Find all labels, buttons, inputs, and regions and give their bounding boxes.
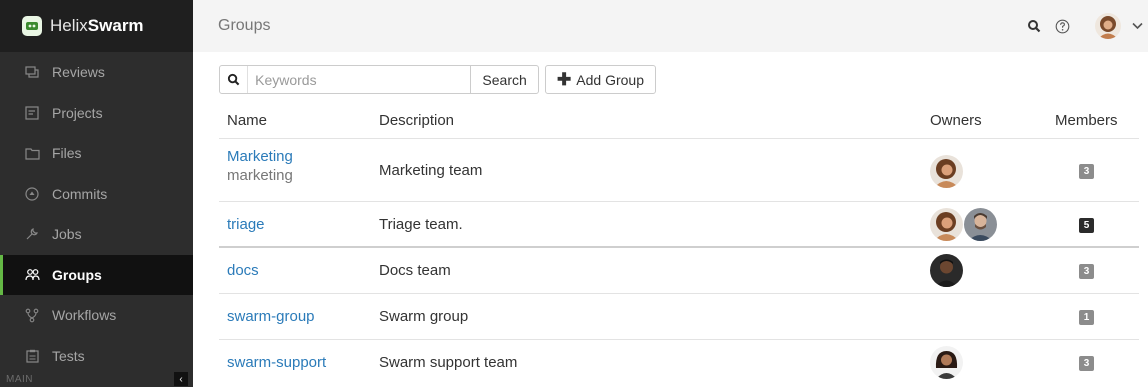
column-header-members[interactable]: Members [1055, 112, 1118, 129]
search-icon[interactable] [1026, 18, 1042, 34]
projects-icon [24, 105, 40, 121]
search-icon [220, 66, 249, 93]
column-header-name[interactable]: Name [227, 112, 267, 129]
search-box: Search [219, 65, 539, 94]
table-row[interactable]: swarm-support Swarm support team 3 [219, 339, 1139, 388]
column-header-description[interactable]: Description [379, 112, 454, 129]
help-icon[interactable] [1054, 18, 1070, 34]
folder-icon [24, 145, 40, 161]
group-name-cell: triage [227, 216, 265, 233]
user-avatar[interactable] [1095, 13, 1121, 39]
chevron-down-icon[interactable] [1129, 18, 1145, 34]
table-row[interactable]: swarm-group Swarm group 1 [219, 293, 1139, 340]
members-count-badge: 1 [1079, 310, 1094, 325]
group-name-link[interactable]: swarm-group [227, 308, 315, 325]
table-row[interactable]: docs Docs team 3 [219, 246, 1139, 295]
workflow-icon [24, 307, 40, 323]
owners-list [930, 155, 964, 188]
page-title: Groups [218, 17, 271, 34]
column-header-owners[interactable]: Owners [930, 112, 982, 129]
add-group-button[interactable]: ✚ Add Group [545, 65, 656, 94]
group-name-link[interactable]: triage [227, 216, 265, 233]
sidebar-item-commits[interactable]: Commits [0, 174, 193, 215]
table-row[interactable]: Marketing marketing Marketing team 3 [219, 138, 1139, 202]
main-section-label: MAIN [6, 374, 33, 385]
table-row[interactable]: triage Triage team. 5 [219, 201, 1139, 247]
owner-avatar-icon[interactable] [930, 346, 963, 379]
app-name: HelixSwarm [50, 16, 144, 35]
sidebar-item-reviews[interactable]: Reviews [0, 52, 193, 93]
sidebar-item-jobs[interactable]: Jobs [0, 214, 193, 255]
app-logo[interactable]: HelixSwarm [0, 0, 193, 52]
sidebar-item-tests[interactable]: Tests [0, 336, 193, 377]
group-description: Swarm group [379, 308, 469, 325]
owners-list [930, 254, 964, 287]
owners-list [930, 346, 964, 379]
reviews-icon [24, 64, 40, 80]
plus-icon: ✚ [557, 70, 572, 89]
keywords-input[interactable] [248, 66, 471, 93]
owners-list [930, 208, 998, 241]
groups-icon [24, 267, 40, 283]
sidebar-item-files[interactable]: Files [0, 133, 193, 174]
sidebar-footer: MAIN ‹ [0, 371, 193, 387]
sidebar-item-label: Commits [52, 185, 108, 202]
sidebar-item-label: Tests [52, 347, 85, 364]
members-count-badge: 5 [1079, 218, 1094, 233]
sidebar-item-label: Groups [52, 266, 102, 283]
wrench-icon [24, 226, 40, 242]
swarm-logo-icon [22, 16, 42, 36]
group-name-link[interactable]: Marketing [227, 148, 293, 165]
add-group-label: Add Group [576, 71, 644, 88]
sidebar-item-groups[interactable]: Groups [0, 254, 193, 295]
group-id: marketing [227, 167, 293, 184]
group-description: Docs team [379, 262, 451, 279]
group-description: Swarm support team [379, 354, 518, 371]
members-count-badge: 3 [1079, 164, 1094, 179]
group-name-link[interactable]: docs [227, 262, 259, 279]
group-name-cell: Marketing marketing [227, 148, 293, 184]
top-header: Groups [193, 0, 1148, 52]
group-description: Triage team. [379, 216, 463, 233]
sidebar-item-projects[interactable]: Projects [0, 93, 193, 134]
sidebar: HelixSwarm Reviews Projects Files Commit… [0, 0, 193, 387]
sidebar-item-label: Reviews [52, 64, 105, 81]
sidebar-item-label: Workflows [52, 307, 117, 324]
sidebar-item-label: Jobs [52, 226, 82, 243]
group-name-cell: docs [227, 262, 259, 279]
sidebar-item-label: Files [52, 145, 82, 162]
group-name-link[interactable]: swarm-support [227, 354, 326, 371]
owner-avatar-icon[interactable] [930, 155, 963, 188]
owner-avatar-icon[interactable] [964, 208, 997, 241]
members-count-badge: 3 [1079, 264, 1094, 279]
sidebar-item-workflows[interactable]: Workflows [0, 295, 193, 336]
commits-icon [24, 186, 40, 202]
group-name-cell: swarm-support [227, 354, 326, 371]
group-description: Marketing team [379, 162, 483, 179]
owner-avatar-icon[interactable] [930, 254, 963, 287]
owner-avatar-icon[interactable] [930, 208, 963, 241]
group-name-cell: swarm-group [227, 308, 315, 325]
sidebar-item-label: Projects [52, 104, 103, 121]
tests-icon [24, 348, 40, 364]
collapse-sidebar-button[interactable]: ‹ [174, 372, 188, 386]
members-count-badge: 3 [1079, 356, 1094, 371]
search-button[interactable]: Search [470, 66, 538, 93]
